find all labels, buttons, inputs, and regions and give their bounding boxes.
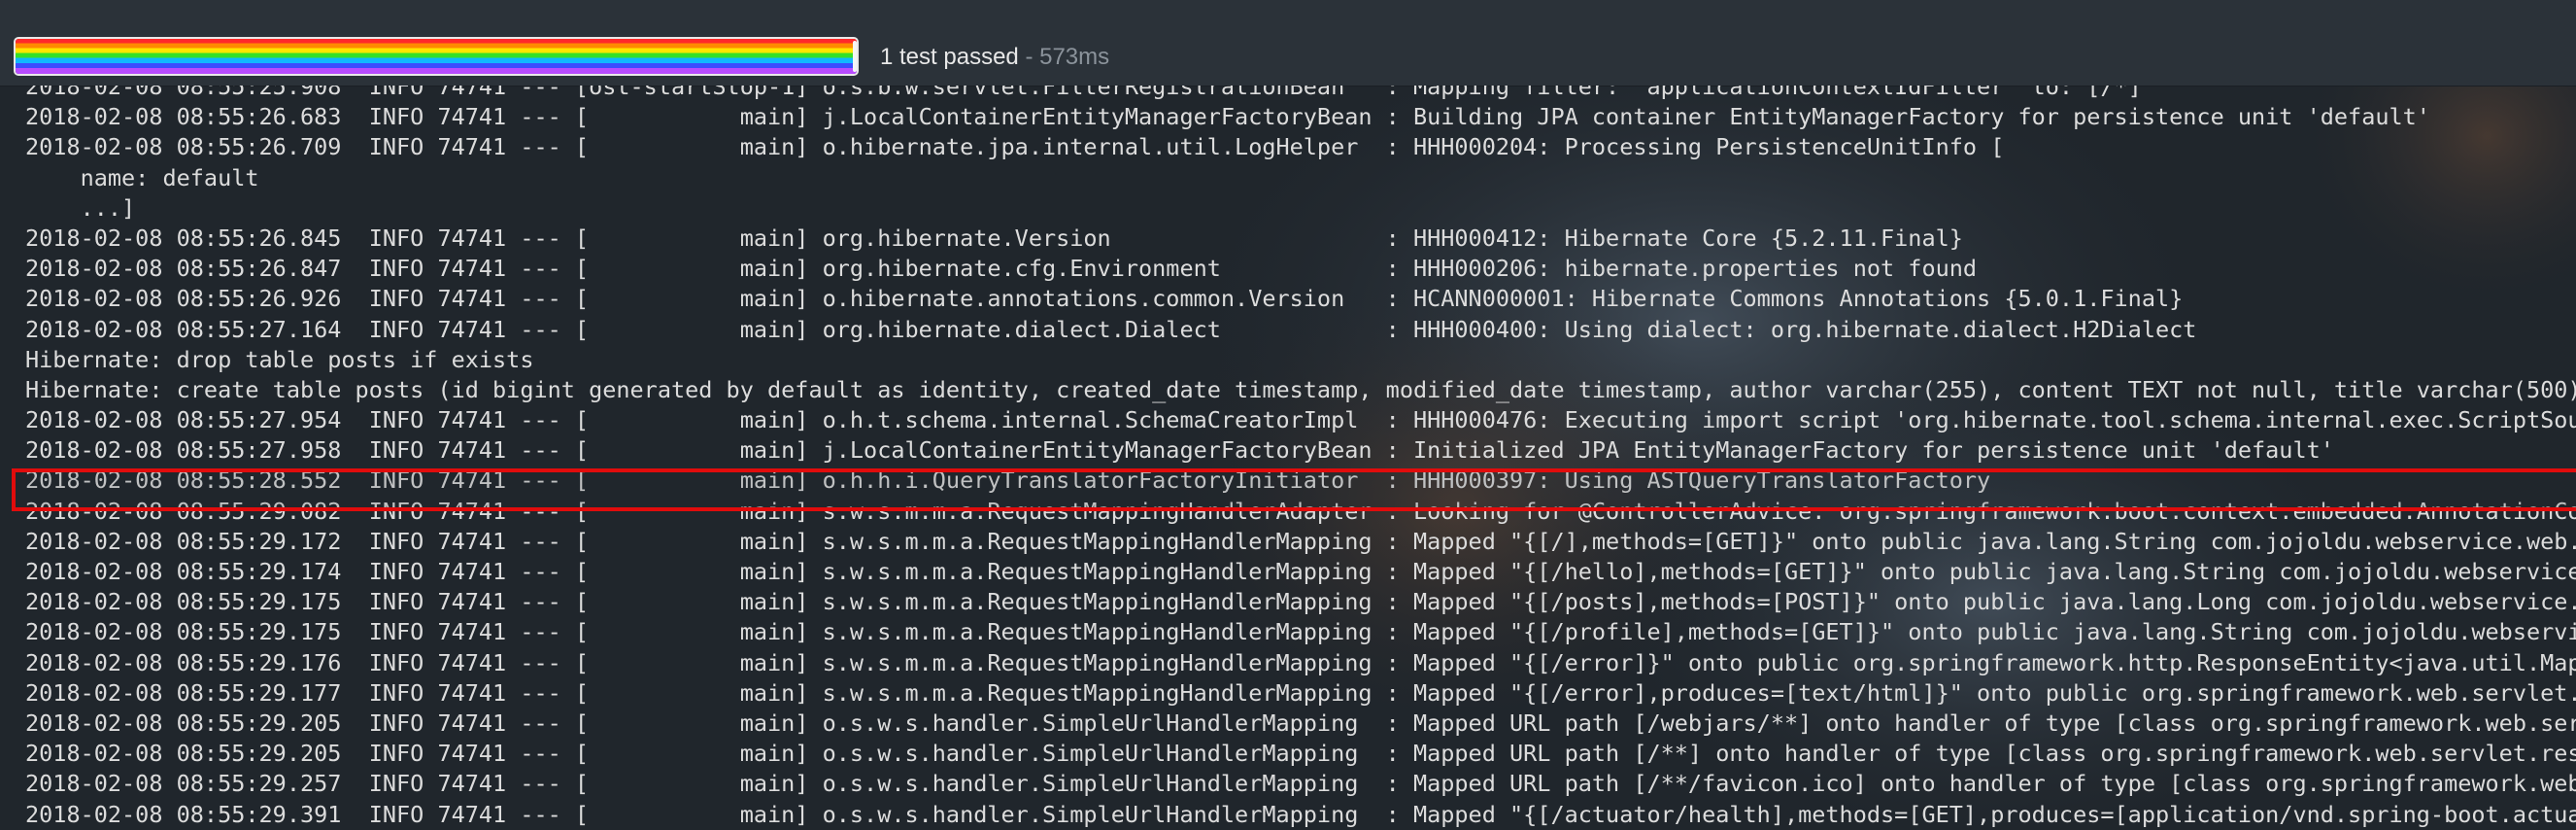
log-line: 2018-02-08 08:55:27.958 INFO 74741 --- […: [25, 436, 2334, 465]
log-line: 2018-02-08 08:55:26.683 INFO 74741 --- […: [25, 103, 2430, 131]
log-line: name: default: [25, 163, 259, 191]
log-line: 2018-02-08 08:55:26.847 INFO 74741 --- […: [25, 255, 1978, 283]
log-line: 2018-02-08 08:55:29.176 INFO 74741 --- […: [25, 648, 2576, 676]
test-duration: 573ms: [1039, 44, 1110, 70]
log-line: 2018-02-08 08:55:27.954 INFO 74741 --- […: [25, 406, 2576, 434]
log-line: 2018-02-08 08:55:29.174 INFO 74741 --- […: [25, 558, 2576, 585]
test-progress-fill: [16, 39, 857, 74]
test-runner-header: 1 test passed - 573ms: [0, 0, 2576, 86]
status-separator: -: [1025, 44, 1034, 70]
log-line: 2018-02-08 08:55:25.908 INFO 74741 --- […: [25, 86, 2142, 100]
log-line: 2018-02-08 08:55:26.709 INFO 74741 --- […: [25, 133, 2005, 161]
log-line: 2018-02-08 08:55:29.177 INFO 74741 --- […: [25, 678, 2576, 707]
log-line: 2018-02-08 08:55:29.172 INFO 74741 --- […: [25, 527, 2576, 555]
test-status: 1 test passed - 573ms: [880, 41, 1109, 74]
log-line: 2018-02-08 08:55:29.257 INFO 74741 --- […: [25, 770, 2576, 798]
log-line: Hibernate: drop table posts if exists: [25, 345, 534, 373]
log-line: 2018-02-08 08:55:27.164 INFO 74741 --- […: [25, 315, 2197, 343]
test-status-text: 1 test passed: [880, 44, 1019, 70]
log-lines: 2018-02-08 08:55:25.908 INFO 74741 --- […: [25, 86, 2576, 830]
log-line: 2018-02-08 08:55:29.175 INFO 74741 --- […: [25, 588, 2576, 616]
progress-end-marker: [853, 41, 857, 72]
highlight-box: [12, 468, 2576, 511]
log-line: 2018-02-08 08:55:29.391 INFO 74741 --- […: [25, 800, 2576, 828]
log-line: 2018-02-08 08:55:29.205 INFO 74741 --- […: [25, 709, 2576, 737]
log-line: 2018-02-08 08:55:26.926 INFO 74741 --- […: [25, 285, 2184, 313]
console-output[interactable]: 2018-02-08 08:55:25.908 INFO 74741 --- […: [0, 86, 2576, 830]
log-line: ...]: [25, 193, 136, 222]
log-line: 2018-02-08 08:55:26.845 INFO 74741 --- […: [25, 224, 1963, 252]
log-line: 2018-02-08 08:55:29.175 INFO 74741 --- […: [25, 618, 2576, 646]
log-line: Hibernate: create table posts (id bigint…: [25, 375, 2576, 403]
log-line: 2018-02-08 08:55:29.205 INFO 74741 --- […: [25, 740, 2576, 768]
test-progress-bar: [14, 37, 859, 76]
